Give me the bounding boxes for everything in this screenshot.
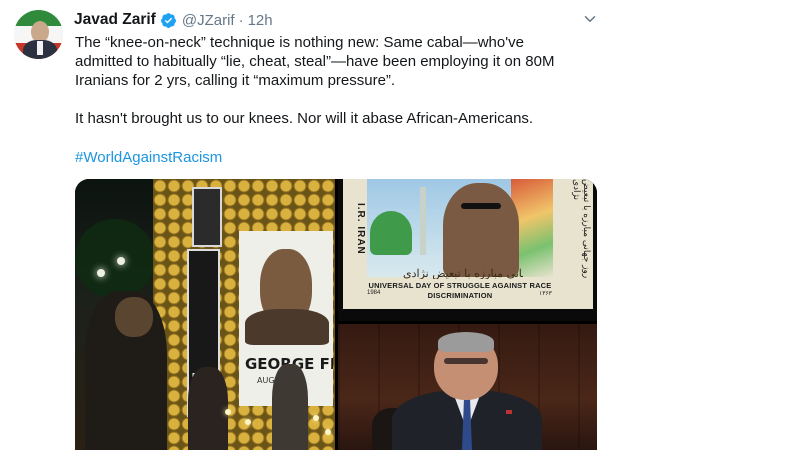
- tweet-text-line: admitted to habitually “lie, cheat, stea…: [75, 53, 555, 70]
- person-hair: [438, 332, 494, 352]
- media-grid: BLACK LIVES MATTER GEORGE FLOYD AUGUST: [75, 179, 597, 450]
- stamp-right-script: روز جهانی مبارزه با تبعیض نژادی: [571, 179, 591, 279]
- stamp: I.R. IRAN روز جهانی مبارزه با تبعیض نژاد…: [343, 179, 593, 309]
- tweet: Javad Zarif @JZarif · 12h The “knee-on-n…: [0, 0, 800, 450]
- stamp-country-label: I.R. IRAN: [355, 203, 366, 255]
- hashtag-link[interactable]: #WorldAgainstRacism: [75, 148, 222, 167]
- author-handle[interactable]: @JZarif: [182, 12, 235, 29]
- candle: [225, 409, 231, 415]
- person-glasses: [444, 358, 488, 364]
- stamp-portrait-glasses: [461, 203, 501, 209]
- tree-shape: [75, 219, 155, 299]
- tweet-text-line: Iranians for 2 yrs, calling it “maximum …: [75, 72, 396, 89]
- avatar-shirt: [37, 41, 43, 55]
- interview-photo[interactable]: [338, 324, 597, 450]
- stamp-caption-line: DISCRIMINATION: [427, 291, 493, 300]
- chevron-down-icon[interactable]: [581, 10, 599, 28]
- stamp-portrait: [443, 183, 519, 277]
- vigil-photo[interactable]: BLACK LIVES MATTER GEORGE FLOYD AUGUST: [75, 179, 335, 450]
- header-separator: ·: [238, 11, 244, 29]
- portrait-shoulders: [245, 309, 329, 345]
- child-silhouette: [272, 364, 308, 450]
- mosque-dome: [370, 211, 412, 255]
- candle: [245, 419, 251, 425]
- tweet-header: Javad Zarif @JZarif · 12h: [74, 9, 273, 31]
- tweet-timestamp[interactable]: 12h: [248, 12, 273, 29]
- street-light: [97, 269, 105, 277]
- stamp-year: 1984: [367, 290, 381, 296]
- avatar[interactable]: [14, 10, 63, 59]
- lapel-pin: [506, 410, 512, 414]
- stamp-photo[interactable]: I.R. IRAN روز جهانی مبارزه با تبعیض نژاد…: [338, 179, 597, 321]
- minaret: [420, 187, 426, 255]
- street-light: [117, 257, 125, 265]
- stamp-persian-text: روز جهانی مبارزه با تبعیض نژادی: [403, 267, 523, 279]
- candle: [313, 415, 319, 421]
- stamp-caption: UNIVERSAL DAY OF STRUGGLE AGAINST RACE D…: [367, 280, 553, 302]
- person-scarf: [115, 297, 153, 337]
- candle: [325, 429, 331, 435]
- poster: [192, 187, 222, 247]
- stamp-caption-line: UNIVERSAL DAY OF STRUGGLE AGAINST RACE: [368, 281, 552, 290]
- author-name[interactable]: Javad Zarif: [74, 11, 156, 29]
- verified-icon: [160, 12, 176, 28]
- child-silhouette: [188, 367, 228, 450]
- stamp-year: ۱۳۶۳: [539, 291, 552, 297]
- tweet-text-line: The “knee-on-neck” technique is nothing …: [75, 34, 524, 51]
- tweet-text-line: It hasn't brought us to our knees. Nor w…: [75, 110, 534, 127]
